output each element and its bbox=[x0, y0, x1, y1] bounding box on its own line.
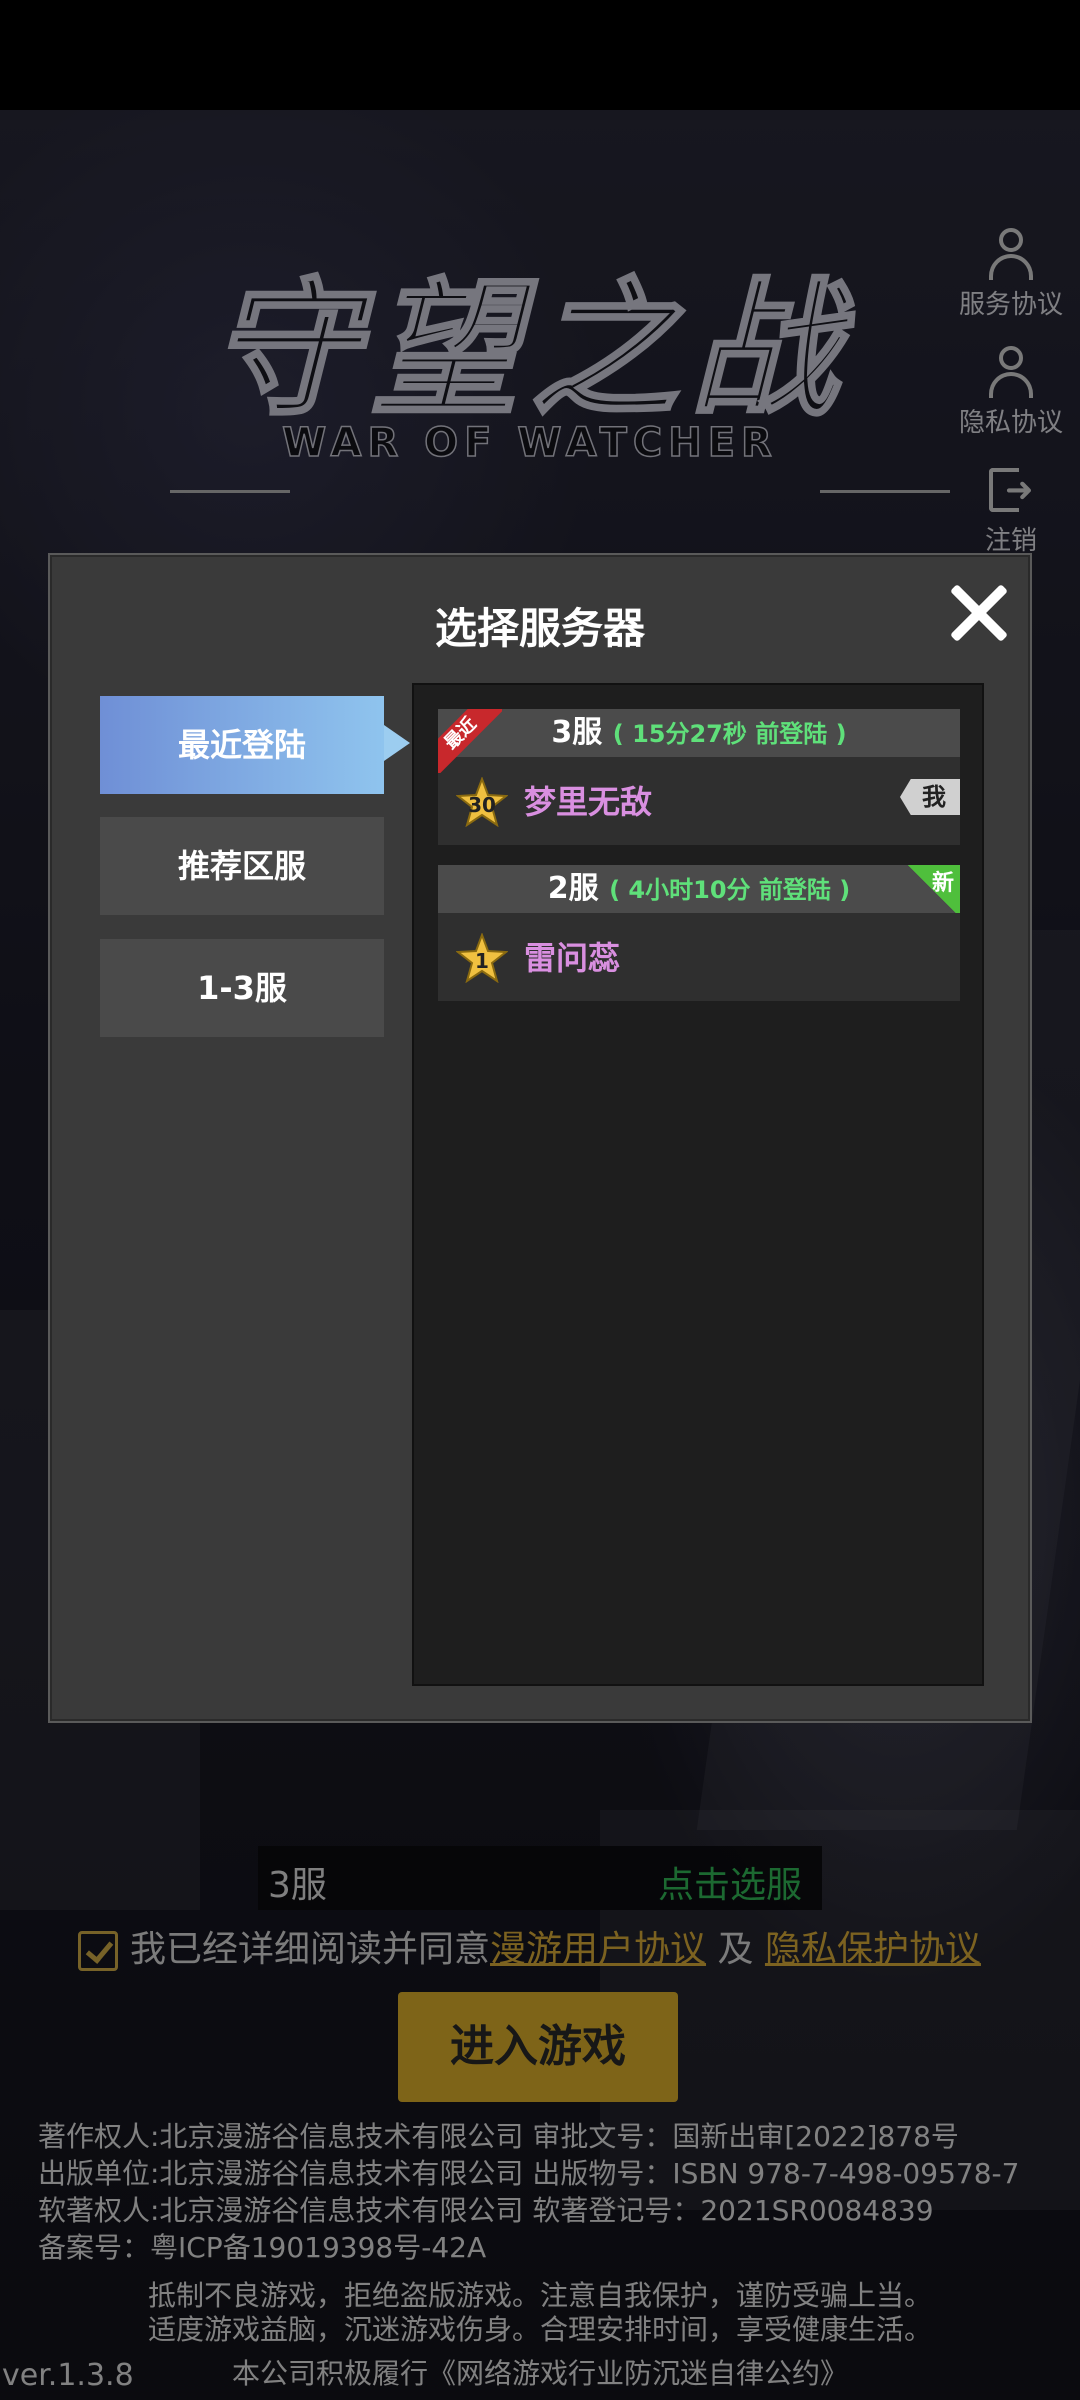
last-login-time: ( 15分27秒 前登陆 ) bbox=[612, 720, 847, 748]
close-icon[interactable] bbox=[946, 581, 1010, 645]
tab-recent-login[interactable]: 最近登陆 bbox=[100, 696, 384, 794]
server-name: 2服 bbox=[547, 871, 599, 906]
level-star-icon: 1 bbox=[455, 932, 509, 984]
player-level: 1 bbox=[475, 949, 489, 973]
server-entry-3[interactable]: 3服 ( 15分27秒 前登陆 ) 最近 30 梦里无敌 我 bbox=[438, 709, 960, 845]
tab-recommended[interactable]: 推荐区服 bbox=[100, 817, 384, 915]
server-name: 3服 bbox=[551, 715, 603, 750]
server-list-panel: 3服 ( 15分27秒 前登陆 ) 最近 30 梦里无敌 我 2服 ( 4小时1… bbox=[412, 683, 984, 1686]
status-bar bbox=[0, 0, 1080, 110]
active-tab-pointer bbox=[384, 725, 410, 761]
level-star-icon: 30 bbox=[455, 776, 509, 828]
player-name: 雷问蕊 bbox=[524, 939, 621, 977]
server-header: 2服 ( 4小时10分 前登陆 ) bbox=[438, 865, 960, 913]
new-badge: 新 bbox=[904, 865, 960, 913]
player-name: 梦里无敌 bbox=[524, 783, 653, 821]
server-entry-2[interactable]: 2服 ( 4小时10分 前登陆 ) 新 1 雷问蕊 bbox=[438, 865, 960, 1001]
last-login-time: ( 4小时10分 前登陆 ) bbox=[609, 876, 851, 904]
character-row: 1 雷问蕊 bbox=[438, 913, 960, 1001]
player-level: 30 bbox=[468, 793, 496, 817]
server-select-dialog: 选择服务器 最近登陆 推荐区服 1-3服 3服 ( 15分27秒 前登陆 ) 最… bbox=[48, 553, 1032, 1723]
me-tag: 我 bbox=[900, 779, 960, 815]
server-header: 3服 ( 15分27秒 前登陆 ) bbox=[438, 709, 960, 757]
character-row: 30 梦里无敌 我 bbox=[438, 757, 960, 845]
dialog-title: 选择服务器 bbox=[434, 604, 645, 653]
tab-servers-1-3[interactable]: 1-3服 bbox=[100, 939, 384, 1037]
